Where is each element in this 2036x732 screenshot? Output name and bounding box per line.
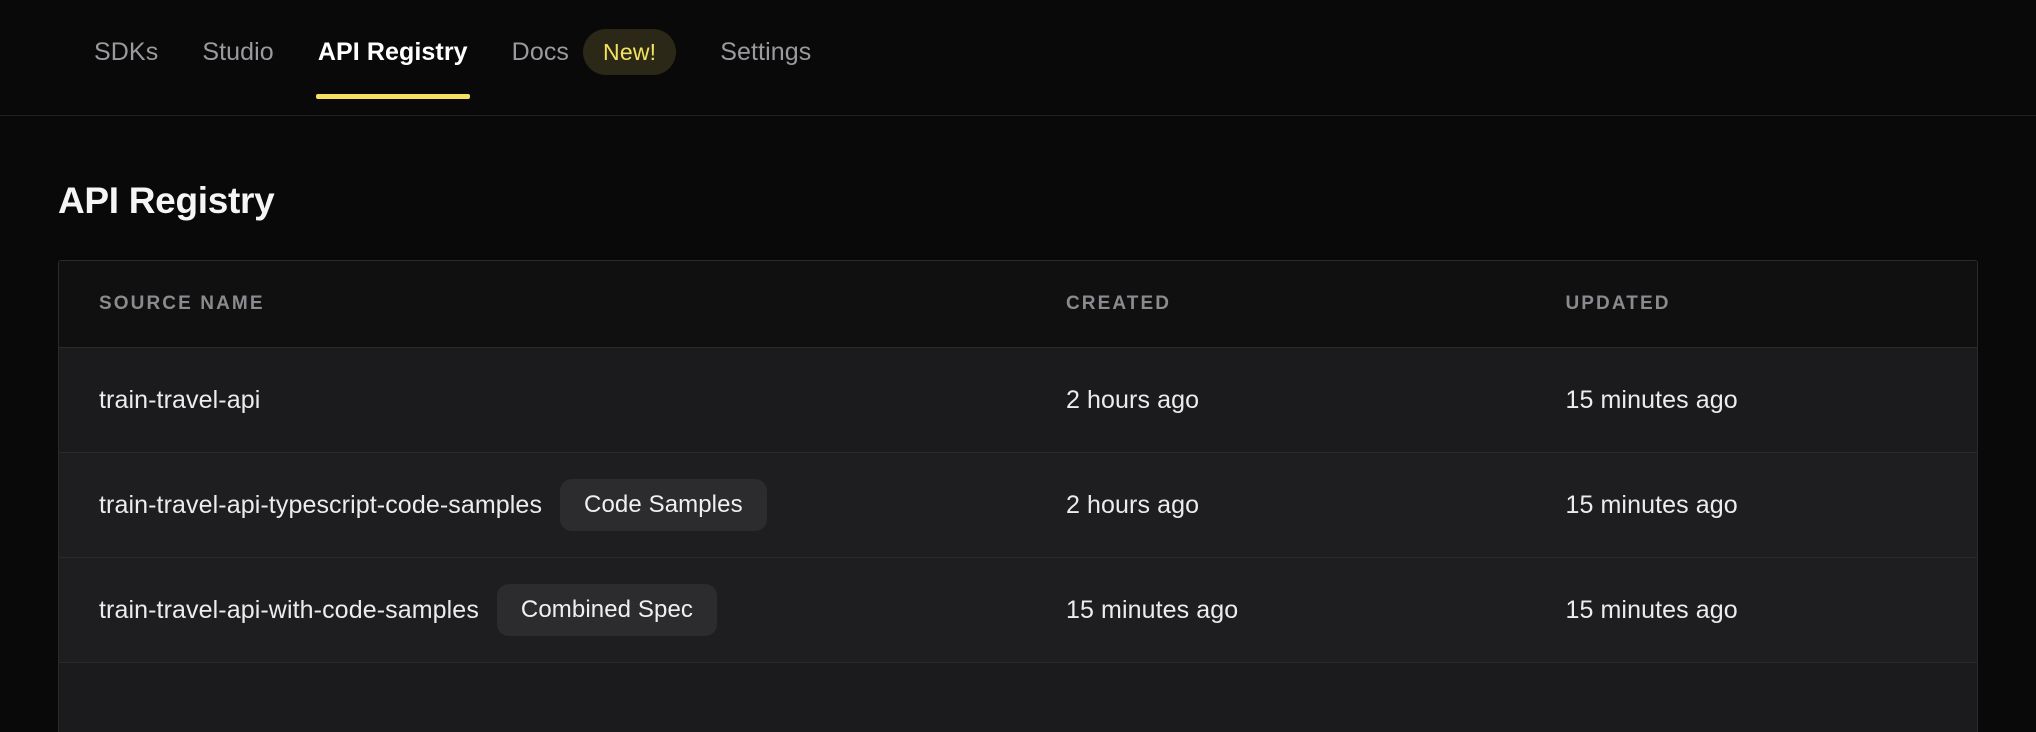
active-tab-underline bbox=[315, 94, 470, 99]
tab-settings[interactable]: Settings bbox=[698, 0, 833, 104]
tab-settings-label: Settings bbox=[720, 37, 812, 66]
cell-source-name: train-travel-api-with-code-samples Combi… bbox=[59, 584, 1026, 636]
column-header-created[interactable]: CREATED bbox=[1026, 293, 1525, 315]
cell-created: 2 hours ago bbox=[1065, 385, 1200, 414]
table-row[interactable]: train-travel-api 2 hours ago 15 minutes … bbox=[59, 348, 1977, 453]
api-registry-table: SOURCE NAME CREATED UPDATED train-travel… bbox=[58, 260, 1978, 732]
tab-docs[interactable]: Docs New! bbox=[490, 0, 699, 104]
table-row[interactable] bbox=[59, 663, 1977, 732]
top-navigation-bar: SDKs Studio API Registry Docs New! Setti… bbox=[0, 0, 2036, 116]
nav-tab-list: SDKs Studio API Registry Docs New! Setti… bbox=[0, 0, 833, 104]
tab-api-registry-label: API Registry bbox=[317, 37, 468, 66]
tab-studio[interactable]: Studio bbox=[180, 0, 296, 104]
column-header-source-name[interactable]: SOURCE NAME bbox=[59, 293, 1026, 315]
tab-sdks-label: SDKs bbox=[94, 37, 159, 66]
cell-created: 2 hours ago bbox=[1065, 490, 1200, 519]
source-name-text: train-travel-api-typescript-code-samples bbox=[99, 490, 543, 519]
page-content: API Registry SOURCE NAME CREATED UPDATED… bbox=[0, 180, 2036, 732]
tab-api-registry[interactable]: API Registry bbox=[296, 0, 490, 104]
source-name-text: train-travel-api bbox=[99, 385, 261, 414]
tab-sdks[interactable]: SDKs bbox=[72, 0, 180, 104]
table-header-row: SOURCE NAME CREATED UPDATED bbox=[59, 261, 1977, 348]
new-badge: New! bbox=[583, 29, 677, 75]
source-tag-badge: Combined Spec bbox=[496, 584, 717, 636]
tab-docs-label: Docs bbox=[511, 37, 570, 66]
cell-source-name: train-travel-api-typescript-code-samples… bbox=[59, 479, 1026, 531]
cell-updated: 15 minutes ago bbox=[1565, 595, 1738, 624]
cell-created: 15 minutes ago bbox=[1065, 595, 1239, 624]
cell-source-name: train-travel-api bbox=[59, 386, 1026, 415]
cell-updated: 15 minutes ago bbox=[1565, 490, 1738, 519]
column-header-updated[interactable]: UPDATED bbox=[1525, 293, 1977, 315]
source-tag-badge: Code Samples bbox=[560, 479, 767, 531]
cell-updated: 15 minutes ago bbox=[1565, 385, 1738, 414]
table-row[interactable]: train-travel-api-with-code-samples Combi… bbox=[59, 558, 1977, 663]
page-title: API Registry bbox=[58, 180, 275, 221]
source-name-text: train-travel-api-with-code-samples bbox=[99, 595, 479, 624]
tab-studio-label: Studio bbox=[202, 37, 274, 66]
table-row[interactable]: train-travel-api-typescript-code-samples… bbox=[59, 453, 1977, 558]
